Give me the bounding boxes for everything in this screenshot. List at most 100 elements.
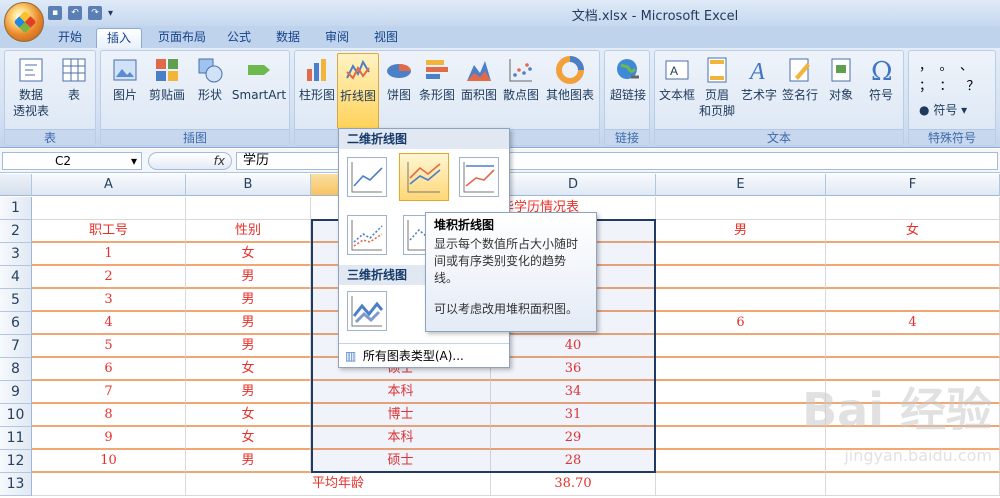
cell-a1[interactable] [32, 197, 186, 220]
row-header-9[interactable]: 9 [0, 381, 32, 404]
cell-d10[interactable]: 31 [491, 404, 656, 427]
cell-b11[interactable]: 女 [186, 427, 311, 450]
cell-d11[interactable]: 29 [491, 427, 656, 450]
column-header-f[interactable]: F [826, 174, 1000, 196]
cell-e9[interactable] [656, 381, 826, 404]
pivot-table-button[interactable]: 数据 透视表 [9, 53, 53, 129]
column-header-e[interactable]: E [656, 174, 826, 196]
tab-home[interactable]: 开始 [50, 28, 90, 48]
symbol-button[interactable]: Ω 符号 [861, 53, 901, 129]
row-header-8[interactable]: 8 [0, 358, 32, 381]
row-header-13[interactable]: 13 [0, 473, 32, 496]
scatter-chart-button[interactable]: 散点图 [501, 53, 541, 129]
cell-f13[interactable] [826, 473, 1000, 496]
bar-chart-button[interactable]: 条形图 [417, 53, 457, 129]
row-header-2[interactable]: 2 [0, 220, 32, 243]
object-button[interactable]: 对象 [821, 53, 861, 129]
cell-b1[interactable] [186, 197, 311, 220]
cell-a7[interactable]: 5 [32, 335, 186, 358]
cell-d7[interactable]: 40 [491, 335, 656, 358]
row-header-10[interactable]: 10 [0, 404, 32, 427]
cell-a5[interactable]: 3 [32, 289, 186, 312]
row-header-11[interactable]: 11 [0, 427, 32, 450]
column-header-a[interactable]: A [32, 174, 186, 196]
cell-b10[interactable]: 女 [186, 404, 311, 427]
cell-e13[interactable] [656, 473, 826, 496]
cell-e11[interactable] [656, 427, 826, 450]
percent-stacked-line-option[interactable] [459, 157, 499, 197]
cell-f5[interactable] [826, 289, 1000, 312]
tab-formulas[interactable]: 公式 [220, 28, 258, 48]
cell-f9[interactable] [826, 381, 1000, 404]
row-header-12[interactable]: 12 [0, 450, 32, 473]
cell-f3[interactable] [826, 243, 1000, 266]
cell-e12[interactable] [656, 450, 826, 473]
cell-f1[interactable] [826, 197, 1000, 220]
special-symbol-button[interactable]: ● 符号 ▾ [919, 101, 967, 118]
cell-a8[interactable]: 6 [32, 358, 186, 381]
smartart-button[interactable]: SmartArt [229, 53, 289, 129]
cell-a13[interactable] [32, 473, 186, 496]
cell-b7[interactable]: 男 [186, 335, 311, 358]
cell-a12[interactable]: 10 [32, 450, 186, 473]
wordart-button[interactable]: A 艺术字 [739, 53, 779, 129]
insert-function-button[interactable]: fx [148, 152, 232, 170]
signature-line-button[interactable]: 签名行 [779, 53, 821, 129]
cell-e8[interactable] [656, 358, 826, 381]
cell-a3[interactable]: 1 [32, 243, 186, 266]
textbox-button[interactable]: A 文本框 [657, 53, 697, 129]
cell-e5[interactable] [656, 289, 826, 312]
cell-b2[interactable]: 性别 [186, 220, 311, 243]
tab-data[interactable]: 数据 [268, 28, 308, 48]
cell-f8[interactable] [826, 358, 1000, 381]
cell-b9[interactable]: 男 [186, 381, 311, 404]
punctuation-grid[interactable]: ，。、；：？ [919, 57, 989, 97]
row-header-5[interactable]: 5 [0, 289, 32, 312]
stacked-line-chart-option[interactable] [399, 153, 449, 201]
column-chart-button[interactable]: 柱形图 [297, 53, 337, 129]
cell-d12[interactable]: 28 [491, 450, 656, 473]
cell-a11[interactable]: 9 [32, 427, 186, 450]
tab-page-layout[interactable]: 页面布局 [148, 28, 216, 48]
name-box[interactable]: C2 ▾ [2, 152, 142, 170]
cell-d9[interactable]: 34 [491, 381, 656, 404]
cell-f10[interactable] [826, 404, 1000, 427]
cell-c9[interactable]: 本科 [311, 381, 491, 404]
tab-review[interactable]: 审阅 [318, 28, 356, 48]
table-button[interactable]: 表 [55, 53, 93, 129]
pie-chart-button[interactable]: 饼图 [381, 53, 417, 129]
cell-b5[interactable]: 男 [186, 289, 311, 312]
cell-f4[interactable] [826, 266, 1000, 289]
line-chart-button[interactable]: 折线图 [337, 53, 379, 129]
cell-d8[interactable]: 36 [491, 358, 656, 381]
row-header-7[interactable]: 7 [0, 335, 32, 358]
cell-a4[interactable]: 2 [32, 266, 186, 289]
cell-a9[interactable]: 7 [32, 381, 186, 404]
cell-d13[interactable]: 38.70 [491, 473, 656, 496]
cell-c12[interactable]: 硕士 [311, 450, 491, 473]
cell-b3[interactable]: 女 [186, 243, 311, 266]
3d-line-chart-option[interactable] [347, 291, 387, 331]
cell-e6[interactable]: 6 [656, 312, 826, 335]
area-chart-button[interactable]: 面积图 [459, 53, 499, 129]
cell-a2[interactable]: 职工号 [32, 220, 186, 243]
tab-view[interactable]: 视图 [366, 28, 406, 48]
clipart-button[interactable]: 剪贴画 [145, 53, 189, 129]
hyperlink-button[interactable]: 超链接 [607, 53, 649, 129]
tab-insert[interactable]: 插入 [96, 28, 142, 48]
cell-f11[interactable] [826, 427, 1000, 450]
row-header-3[interactable]: 3 [0, 243, 32, 266]
line-with-markers-option[interactable] [347, 215, 387, 255]
name-box-dropdown-icon[interactable]: ▾ [131, 153, 137, 169]
column-header-d[interactable]: D [491, 174, 656, 196]
row-header-6[interactable]: 6 [0, 312, 32, 335]
cell-c10[interactable]: 博士 [311, 404, 491, 427]
cell-f2[interactable]: 女 [826, 220, 1000, 243]
cell-f6[interactable]: 4 [826, 312, 1000, 335]
cell-b8[interactable]: 女 [186, 358, 311, 381]
cell-a10[interactable]: 8 [32, 404, 186, 427]
cell-b4[interactable]: 男 [186, 266, 311, 289]
cell-e1[interactable] [656, 197, 826, 220]
cell-e10[interactable] [656, 404, 826, 427]
select-all-corner[interactable] [0, 174, 32, 196]
